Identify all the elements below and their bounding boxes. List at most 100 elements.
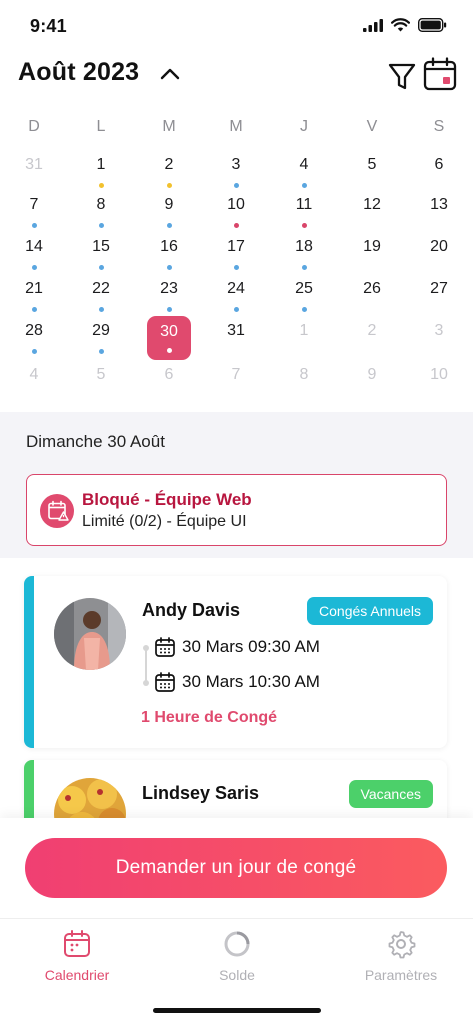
weekday-label: J	[300, 118, 308, 135]
tab-calendar[interactable]: Calendrier	[17, 929, 137, 989]
calendar-day[interactable]: 31	[213, 318, 259, 358]
calendar-day[interactable]: 31	[11, 152, 57, 192]
calendar-day[interactable]: 4	[11, 362, 57, 402]
calendar-day[interactable]: 7	[213, 362, 259, 402]
start-time: 30 Mars 09:30 AM	[182, 637, 320, 656]
day-number: 4	[29, 366, 39, 383]
calendar-day[interactable]: 17	[213, 234, 259, 274]
calendar-day[interactable]: 10	[213, 192, 259, 232]
day-number: 7	[231, 366, 241, 383]
week-row: 14 15 16 17 18 19 20	[0, 234, 473, 276]
calendar-day[interactable]: 28	[11, 318, 57, 358]
calendar-day[interactable]: 2	[349, 318, 395, 358]
calendar-day[interactable]: 16	[146, 234, 192, 274]
event-dot	[98, 307, 104, 312]
calendar-day[interactable]: 27	[416, 276, 462, 316]
calendar-day[interactable]: 15	[78, 234, 124, 274]
blocked-card[interactable]: Bloqué - Équipe Web Limité (0/2) - Équip…	[26, 474, 447, 546]
calendar-warning-icon	[40, 494, 74, 528]
event-dot	[301, 307, 307, 312]
calendar-day[interactable]: 8	[78, 192, 124, 232]
weekday-row: DLMMJVS	[0, 112, 473, 154]
calendar-icon	[155, 637, 175, 657]
calendar-day[interactable]: 19	[349, 234, 395, 274]
tab-settings[interactable]: Paramètres	[341, 929, 461, 989]
day-number: 27	[430, 280, 448, 297]
calendar-day[interactable]: 6	[146, 362, 192, 402]
day-number: 21	[25, 280, 43, 297]
calendar-day[interactable]: 24	[213, 276, 259, 316]
day-number: 2	[164, 156, 174, 173]
leave-request-card[interactable]: Andy Davis Congés Annuels 30 Mars 09:30 …	[24, 576, 447, 748]
event-dot	[233, 265, 239, 270]
tab-label: Solde	[219, 967, 255, 983]
weekday-label: V	[366, 118, 378, 135]
calendar-day[interactable]: 14	[11, 234, 57, 274]
event-dot	[31, 265, 37, 270]
day-number: 22	[92, 280, 110, 297]
calendar-day[interactable]: 13	[416, 192, 462, 232]
day-number: 10	[430, 366, 448, 383]
calendar-day[interactable]: 20	[416, 234, 462, 274]
calendar-day[interactable]: 1	[281, 318, 327, 358]
calendar-day[interactable]: 4	[281, 152, 327, 192]
event-dot	[233, 307, 239, 312]
calendar-day[interactable]: 29	[78, 318, 124, 358]
request-leave-button[interactable]: Demander un jour de congé	[25, 838, 447, 898]
day-number: 11	[295, 196, 313, 213]
calendar-day[interactable]: 23	[146, 276, 192, 316]
day-number: 29	[92, 322, 110, 339]
calendar-day[interactable]: 25	[281, 276, 327, 316]
timeline-dot	[143, 645, 149, 651]
calendar-day[interactable]: 1	[78, 152, 124, 192]
week-row: 28 29 30 31 1 2 3	[0, 316, 473, 360]
leave-type-badge: Congés Annuels	[307, 597, 433, 625]
calendar-day[interactable]: 12	[349, 192, 395, 232]
day-number: 3	[231, 156, 241, 173]
status-time: 9:41	[30, 16, 67, 36]
day-number: 8	[299, 366, 309, 383]
event-dot	[98, 349, 104, 354]
calendar-icon[interactable]	[423, 57, 457, 91]
event-dot	[166, 307, 172, 312]
day-number: 30	[160, 323, 178, 340]
day-number: 16	[160, 238, 178, 255]
tab-balance[interactable]: Solde	[177, 929, 297, 989]
status-bar: 9:41	[0, 0, 473, 52]
day-number: 14	[25, 238, 43, 255]
weekday-label: M	[162, 118, 176, 135]
calendar-day[interactable]: 11	[281, 192, 327, 232]
day-number: 12	[363, 196, 381, 213]
calendar-day[interactable]: 9	[349, 362, 395, 402]
end-time: 30 Mars 10:30 AM	[182, 672, 320, 691]
chevron-up-icon[interactable]	[158, 62, 182, 86]
day-number: 31	[25, 156, 43, 173]
calendar-day[interactable]: 5	[349, 152, 395, 192]
calendar-icon	[64, 930, 90, 957]
tab-label: Calendrier	[44, 967, 110, 983]
calendar-day[interactable]: 26	[349, 276, 395, 316]
wifi-icon	[391, 18, 410, 32]
calendar-day[interactable]: 10	[416, 362, 462, 402]
day-number: 2	[367, 322, 377, 339]
calendar-day[interactable]: 8	[281, 362, 327, 402]
day-number: 5	[96, 366, 106, 383]
event-dot	[166, 348, 172, 353]
calendar-day[interactable]: 2	[146, 152, 192, 192]
calendar-day[interactable]: 3	[213, 152, 259, 192]
calendar-day[interactable]: 9	[146, 192, 192, 232]
calendar-day[interactable]: 7	[11, 192, 57, 232]
calendar-day[interactable]: 5	[78, 362, 124, 402]
calendar-day[interactable]: 3	[416, 318, 462, 358]
calendar-day[interactable]: 22	[78, 276, 124, 316]
signal-icon	[363, 18, 383, 32]
calendar-day[interactable]: 21	[11, 276, 57, 316]
event-dot	[166, 183, 172, 188]
calendar-day[interactable]: 6	[416, 152, 462, 192]
employee-name: Lindsey Saris	[142, 783, 260, 803]
day-number: 25	[295, 280, 313, 297]
calendar-day[interactable]: 18	[281, 234, 327, 274]
calendar-day-selected[interactable]: 30	[147, 316, 191, 360]
filter-icon[interactable]	[387, 58, 417, 92]
day-number: 9	[164, 196, 174, 213]
